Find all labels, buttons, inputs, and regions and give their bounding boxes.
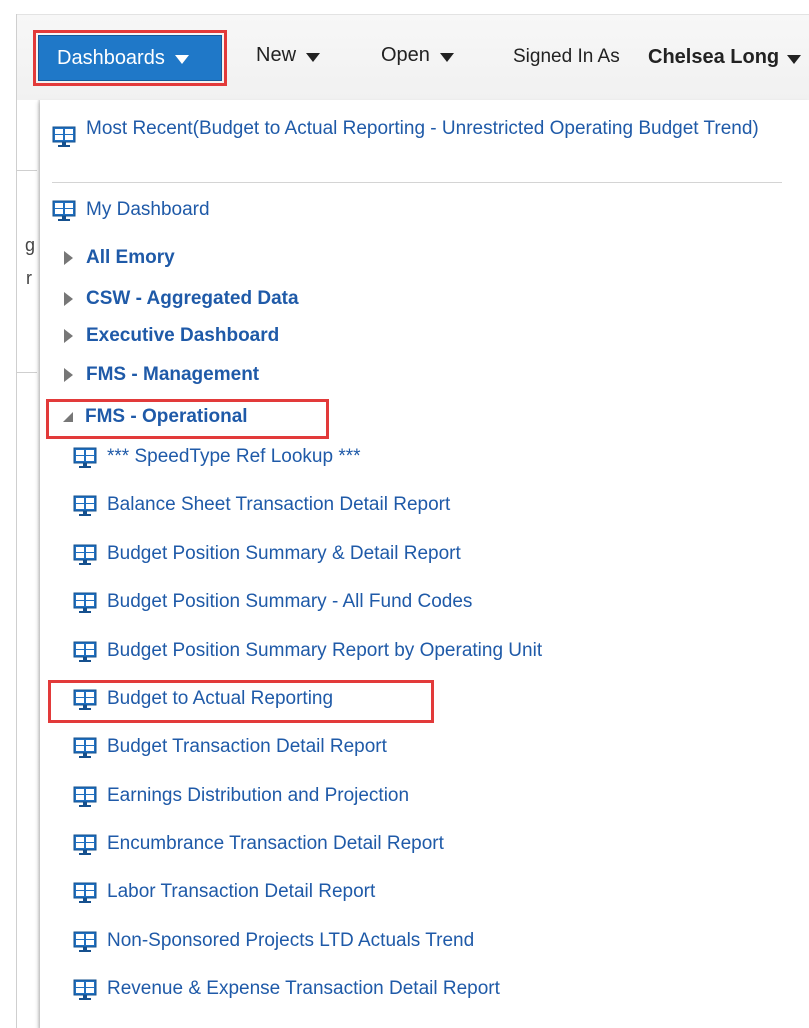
dashboard-item-earnings-distribution[interactable]: Earnings Distribution and Projection [73,785,409,807]
expand-triangle-icon [64,368,73,382]
dashboard-item-label: Budget Position Summary - All Fund Codes [107,591,473,612]
folder-label: FMS - Operational [85,406,248,427]
dashboard-icon [73,641,97,662]
dashboard-item-label: Budget Position Summary & Detail Report [107,543,461,564]
background-text: r [26,268,32,288]
dashboard-item-label: Balance Sheet Transaction Detail Report [107,494,451,515]
folder-fms-operational[interactable]: FMS - Operational [63,406,248,428]
dashboard-item-speedtype-ref-lookup[interactable]: *** SpeedType Ref Lookup *** [73,446,361,468]
dashboard-icon [73,544,97,565]
dashboard-icon [73,592,97,613]
background-divider [17,372,37,373]
dashboard-item-budget-position-all-fund-codes[interactable]: Budget Position Summary - All Fund Codes [73,591,472,613]
dashboard-item-balance-sheet[interactable]: Balance Sheet Transaction Detail Report [73,494,450,516]
dashboard-item-labor-transaction-detail[interactable]: Labor Transaction Detail Report [73,881,375,903]
dashboard-item-label: Encumbrance Transaction Detail Report [107,833,444,854]
dashboard-item-label: Earnings Distribution and Projection [107,785,410,806]
expand-triangle-icon [64,292,73,306]
dashboard-icon [73,882,97,903]
folder-label: FMS - Management [86,364,260,385]
expand-triangle-icon [64,329,73,343]
dashboard-item-label: Labor Transaction Detail Report [107,881,376,902]
expand-triangle-icon [64,251,73,265]
dashboard-item-budget-transaction-detail[interactable]: Budget Transaction Detail Report [73,736,387,758]
menu-separator [52,182,782,183]
folder-csw-aggregated-data[interactable]: CSW - Aggregated Data [64,288,299,310]
dashboard-item-budget-to-actual-reporting[interactable]: Budget to Actual Reporting [73,688,333,710]
open-label: Open [381,44,430,66]
dashboards-menu-button[interactable]: Dashboards [38,35,222,81]
folder-label: Executive Dashboard [86,325,280,346]
user-name: Chelsea Long [648,46,780,68]
chevron-down-icon [306,52,321,62]
dashboard-icon [73,979,97,1000]
new-label: New [256,44,297,66]
folder-all-emory[interactable]: All Emory [64,247,175,269]
folder-label: CSW - Aggregated Data [86,288,299,309]
dashboard-icon [52,200,76,221]
dashboard-item-label: Budget to Actual Reporting [107,688,334,709]
dashboard-item-budget-position-by-operating-unit[interactable]: Budget Position Summary Report by Operat… [73,640,542,662]
dashboard-item-label: *** SpeedType Ref Lookup *** [107,446,361,467]
dashboards-label: Dashboards [57,46,165,69]
my-dashboard-item[interactable]: My Dashboard [52,199,210,221]
background-divider [17,170,37,171]
chevron-down-icon [174,55,189,64]
chevron-down-icon [439,52,454,62]
folder-executive-dashboard[interactable]: Executive Dashboard [64,325,279,347]
dashboard-icon [52,126,76,147]
folder-fms-management[interactable]: FMS - Management [64,364,259,386]
dashboard-icon [73,786,97,807]
dashboard-item-budget-position-summary-detail[interactable]: Budget Position Summary & Detail Report [73,543,461,565]
page: Dashboards New Open Signed In As Chelsea… [0,0,809,1028]
open-menu[interactable]: Open [381,44,454,67]
most-recent-item[interactable]: Most Recent(Budget to Actual Reporting -… [52,116,782,147]
background-text: g [25,235,36,255]
chevron-down-icon [787,54,802,64]
dashboard-item-label: Non-Sponsored Projects LTD Actuals Trend [107,930,475,951]
dashboard-icon [73,834,97,855]
dashboard-icon [73,495,97,516]
folder-label: All Emory [86,247,175,268]
dashboard-item-label: Budget Position Summary Report by Operat… [107,640,543,661]
dashboard-item-revenue-expense[interactable]: Revenue & Expense Transaction Detail Rep… [73,978,500,1000]
user-menu[interactable]: Chelsea Long [648,46,802,69]
dashboard-icon [73,931,97,952]
most-recent-label: Most Recent(Budget to Actual Reporting -… [86,118,759,139]
dashboard-icon [73,447,97,468]
frame-border-left [16,14,17,1028]
new-menu[interactable]: New [256,44,321,67]
dashboard-item-label: Budget Transaction Detail Report [107,736,387,757]
collapse-triangle-icon [63,412,73,422]
dashboard-icon [73,689,97,710]
dashboard-item-label: Revenue & Expense Transaction Detail Rep… [107,978,500,999]
signed-in-label: Signed In As [513,46,620,67]
dashboard-item-encumbrance-transaction-detail[interactable]: Encumbrance Transaction Detail Report [73,833,444,855]
dashboard-icon [73,737,97,758]
my-dashboard-label: My Dashboard [86,199,210,220]
dashboard-item-non-sponsored-projects[interactable]: Non-Sponsored Projects LTD Actuals Trend [73,930,474,952]
